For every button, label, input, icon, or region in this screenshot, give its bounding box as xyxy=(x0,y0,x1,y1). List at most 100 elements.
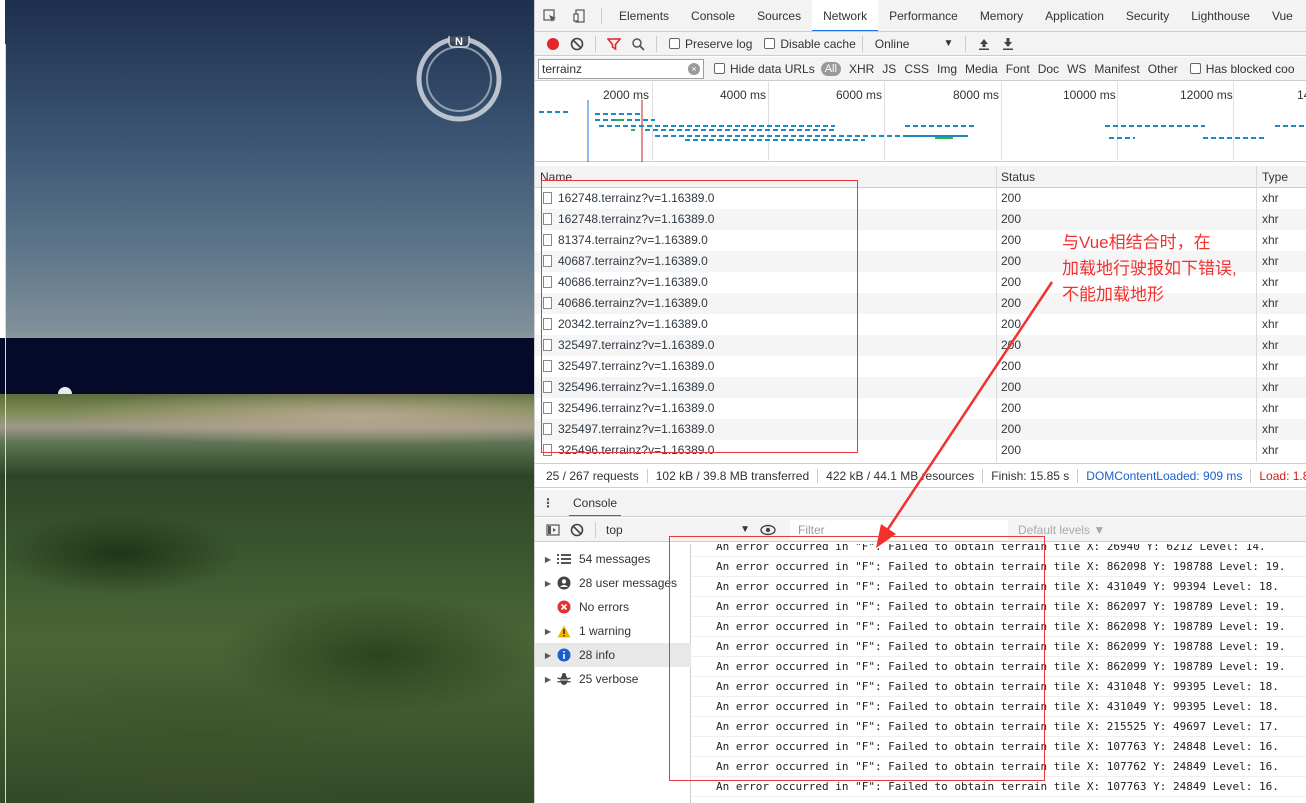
sidebar-toggle-icon[interactable] xyxy=(541,518,565,541)
filter-type-css[interactable]: CSS xyxy=(900,62,933,76)
console-sidebar: ▶ 54 messages ▶ 28 user messages No erro… xyxy=(535,544,691,803)
filter-type-doc[interactable]: Doc xyxy=(1034,62,1063,76)
filter-type-js[interactable]: JS xyxy=(878,62,900,76)
filter-type-font[interactable]: Font xyxy=(1002,62,1034,76)
tab-sources[interactable]: Sources xyxy=(746,0,812,31)
column-header-type[interactable]: Type xyxy=(1262,170,1288,184)
tab-security[interactable]: Security xyxy=(1115,0,1180,31)
sidebar-item-messages[interactable]: ▶ 54 messages xyxy=(535,547,691,571)
filter-type-media[interactable]: Media xyxy=(961,62,1002,76)
tab-vue[interactable]: Vue xyxy=(1261,0,1304,31)
record-icon[interactable] xyxy=(541,32,565,55)
tab-console[interactable]: Console xyxy=(680,0,746,31)
request-type: xhr xyxy=(1262,443,1279,457)
tab-lighthouse[interactable]: Lighthouse xyxy=(1180,0,1261,31)
request-type: xhr xyxy=(1262,317,1279,331)
tab-elements[interactable]: Elements xyxy=(608,0,680,31)
sidebar-item-user-messages[interactable]: ▶ 28 user messages xyxy=(535,571,691,595)
expand-arrow-icon: ▶ xyxy=(544,554,552,564)
user-icon xyxy=(555,574,573,592)
import-har-icon[interactable] xyxy=(972,32,996,55)
log-levels-select[interactable]: Default levels ▼ xyxy=(1018,523,1105,537)
tab-performance[interactable]: Performance xyxy=(878,0,969,31)
globe-viewer[interactable]: N xyxy=(0,0,534,803)
filter-type-img[interactable]: Img xyxy=(933,62,961,76)
bug-icon xyxy=(555,670,573,688)
summary-domcontentloaded: DOMContentLoaded: 909 ms xyxy=(1086,468,1252,483)
request-type: xhr xyxy=(1262,254,1279,268)
filter-input-value: terrainz xyxy=(542,61,583,76)
preserve-log-checkbox[interactable] xyxy=(669,38,680,49)
compass-widget[interactable]: N xyxy=(416,36,502,122)
terrain-surface[interactable] xyxy=(0,394,534,803)
column-divider[interactable] xyxy=(996,166,997,462)
drawer-tab-console[interactable]: Console xyxy=(569,490,622,516)
summary-finish: Finish: 15.85 s xyxy=(991,468,1079,483)
sidebar-item-errors[interactable]: No errors xyxy=(535,595,691,619)
tab-network[interactable]: Network xyxy=(812,0,879,31)
expand-arrow-icon: ▶ xyxy=(544,674,552,684)
sidebar-item-label: 25 verbose xyxy=(579,672,639,686)
summary-resources: 422 kB / 44.1 MB resources xyxy=(826,468,984,483)
expand-arrow-icon: ▶ xyxy=(544,626,552,636)
annotation-line: 与Vue相结合时，在 xyxy=(1062,233,1211,252)
filter-type-manifest[interactable]: Manifest xyxy=(1090,62,1143,76)
overview-waterfall xyxy=(539,100,1306,162)
network-overview[interactable]: 2000 ms 4000 ms 6000 ms 8000 ms 10000 ms… xyxy=(535,82,1306,162)
request-type: xhr xyxy=(1262,359,1279,373)
drawer-menu-icon[interactable]: ⋮ xyxy=(535,496,561,510)
request-status: 200 xyxy=(1001,422,1022,436)
request-type: xhr xyxy=(1262,422,1279,436)
filter-type-xhr[interactable]: XHR xyxy=(845,62,878,76)
filter-type-other[interactable]: Other xyxy=(1144,62,1182,76)
disable-cache-checkbox[interactable] xyxy=(764,38,776,49)
context-select-value: top xyxy=(606,522,623,537)
device-toggle-icon[interactable] xyxy=(565,0,595,31)
request-status: 200 xyxy=(1001,233,1022,247)
annotation-note: 与Vue相结合时，在 加载地行驶报如下错误, 不能加载地形 xyxy=(1062,230,1237,308)
column-header-status[interactable]: Status xyxy=(1001,170,1035,184)
network-summary: 25 / 267 requests 102 kB / 39.8 MB trans… xyxy=(535,463,1306,488)
tab-memory[interactable]: Memory xyxy=(969,0,1034,31)
expand-arrow-icon: ▶ xyxy=(544,650,552,660)
export-har-icon[interactable] xyxy=(996,32,1020,55)
inspect-element-icon[interactable] xyxy=(535,0,565,31)
request-type: xhr xyxy=(1262,338,1279,352)
summary-load: Load: 1.84 xyxy=(1259,468,1306,483)
sidebar-item-verbose[interactable]: ▶ 25 verbose xyxy=(535,667,691,691)
horizon-sea xyxy=(0,338,534,398)
tab-application[interactable]: Application xyxy=(1034,0,1115,31)
clear-filter-icon[interactable]: × xyxy=(688,62,700,75)
request-status: 200 xyxy=(1001,380,1022,394)
filter-input[interactable]: terrainz × xyxy=(538,58,704,79)
clear-icon[interactable] xyxy=(565,32,589,55)
filter-bar: terrainz × Hide data URLs All XHR JS CSS… xyxy=(535,57,1306,81)
sidebar-item-warnings[interactable]: ▶ 1 warning xyxy=(535,619,691,643)
sidebar-item-info[interactable]: ▶ 28 info xyxy=(535,643,691,667)
blocked-cookies-checkbox[interactable] xyxy=(1189,63,1201,74)
context-select[interactable]: top ▼ xyxy=(602,523,750,537)
request-status: 200 xyxy=(1001,296,1022,310)
filter-icon[interactable] xyxy=(602,32,626,55)
filter-type-all[interactable]: All xyxy=(820,61,841,76)
request-type: xhr xyxy=(1262,233,1279,247)
hide-data-urls-checkbox[interactable] xyxy=(714,63,725,74)
list-icon xyxy=(555,550,573,568)
clear-console-icon[interactable] xyxy=(565,518,589,541)
warning-icon xyxy=(555,622,573,640)
throttling-select[interactable]: Online ▼ xyxy=(869,37,960,51)
compass-north-label: N xyxy=(455,36,463,48)
sidebar-item-label: 28 user messages xyxy=(579,576,678,590)
filter-type-ws[interactable]: WS xyxy=(1063,62,1090,76)
error-icon xyxy=(555,598,573,616)
annotation-line: 加载地行驶报如下错误, xyxy=(1062,259,1237,278)
search-icon[interactable] xyxy=(626,32,650,55)
sidebar-item-label: No errors xyxy=(579,600,630,614)
request-status: 200 xyxy=(1001,401,1022,415)
request-type: xhr xyxy=(1262,275,1279,289)
request-status: 200 xyxy=(1001,338,1022,352)
column-divider[interactable] xyxy=(1256,166,1257,462)
request-status: 200 xyxy=(1001,317,1022,331)
network-toolbar: Preserve log Disable cache Online ▼ xyxy=(535,32,1306,56)
chevron-down-icon: ▼ xyxy=(740,524,750,535)
